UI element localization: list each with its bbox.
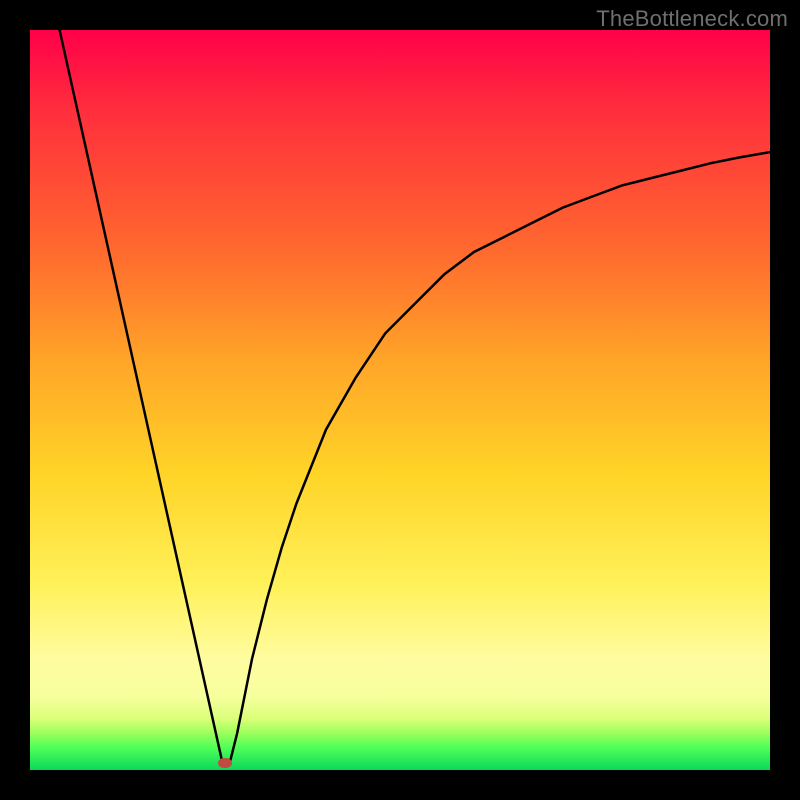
plot-area [30, 30, 770, 770]
chart-frame: TheBottleneck.com [0, 0, 800, 800]
curve-layer [30, 30, 770, 770]
watermark-text: TheBottleneck.com [596, 6, 788, 32]
bottleneck-curve-left [60, 30, 223, 763]
minimum-marker [218, 758, 232, 768]
bottleneck-curve-right [230, 152, 770, 763]
